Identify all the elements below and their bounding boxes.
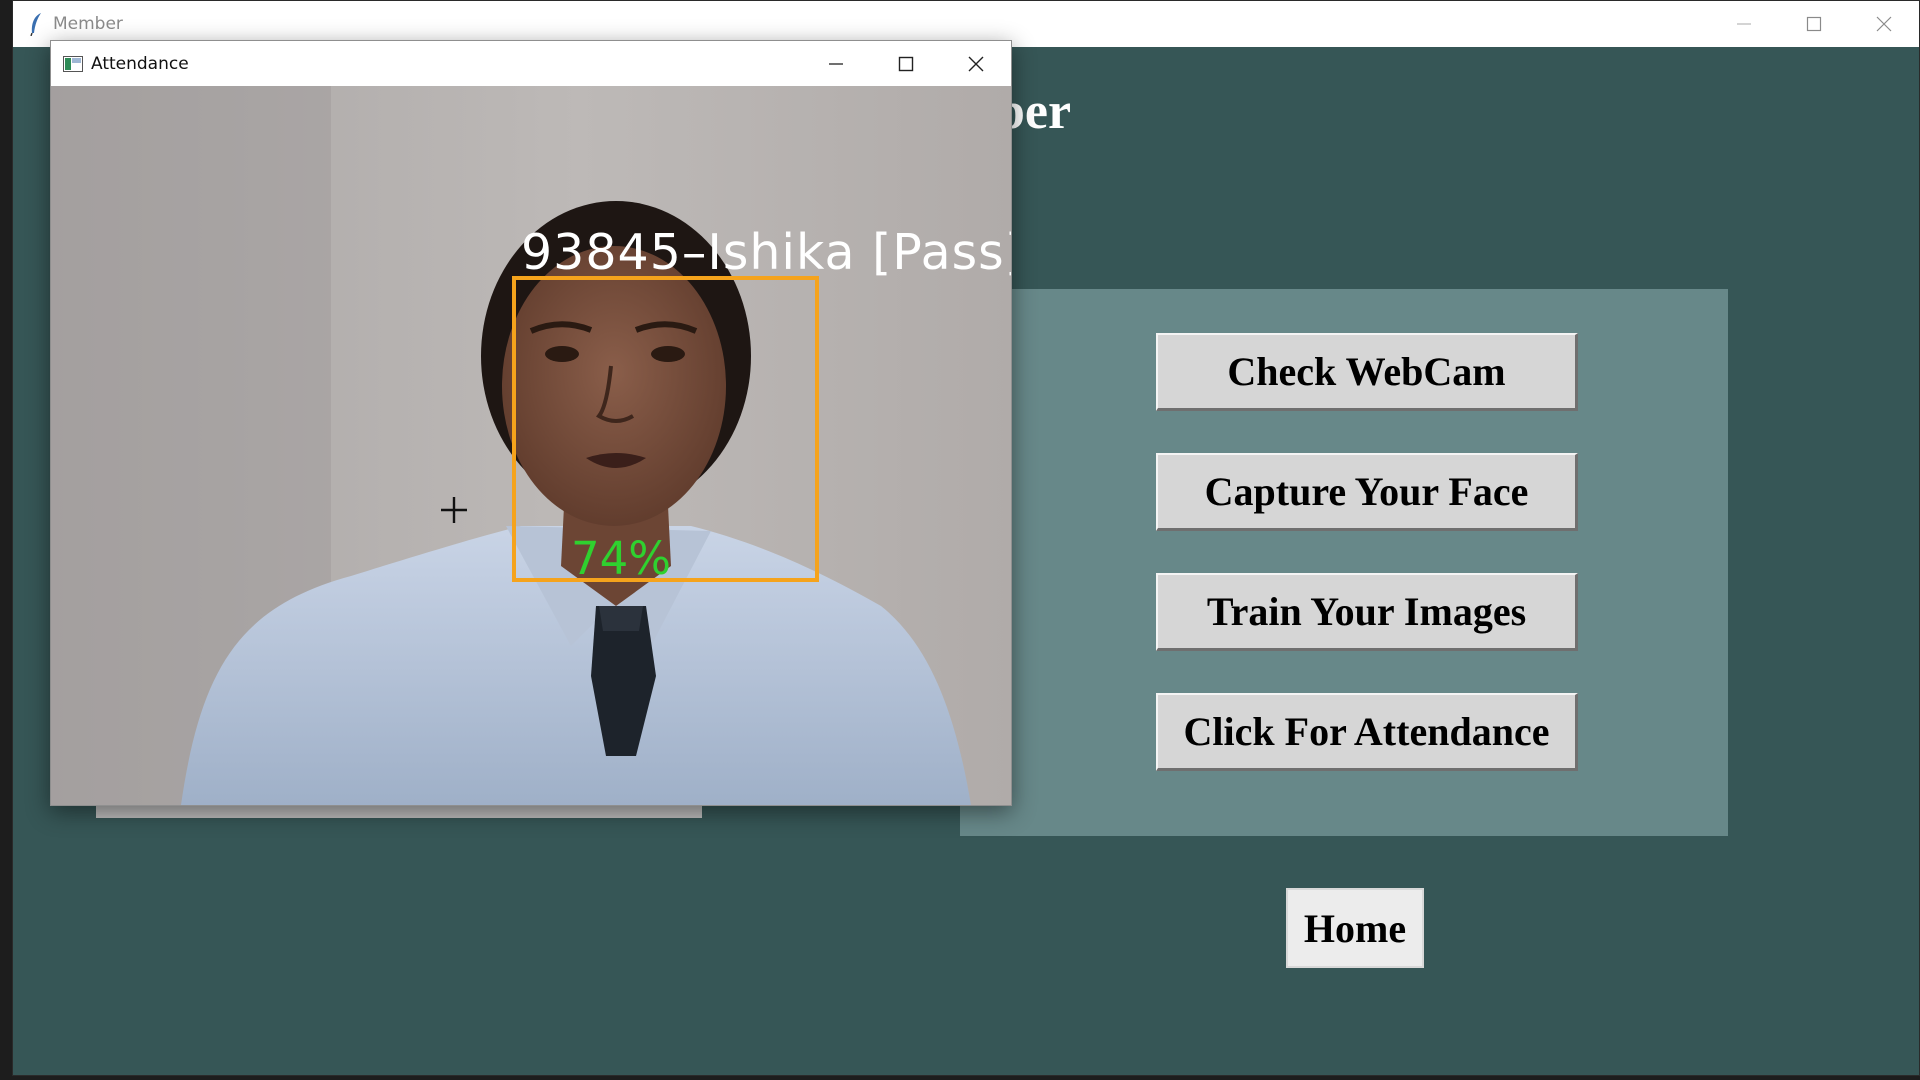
close-icon[interactable] [1849,1,1919,47]
home-button[interactable]: Home [1286,888,1424,968]
attendance-window: Attendance 93845–Ishika [Pass] 74% [50,40,1012,806]
crosshair-icon [440,496,468,524]
window-image-icon [63,55,83,72]
member-window-title: Member [53,14,123,34]
minimize-icon[interactable] [801,41,871,86]
feather-icon [27,12,45,36]
capture-face-button[interactable]: Capture Your Face [1156,453,1578,531]
maximize-icon[interactable] [871,41,941,86]
webcam-feed: 93845–Ishika [Pass] 74% [51,86,1011,805]
attendance-window-title: Attendance [91,53,189,74]
close-icon[interactable] [941,41,1011,86]
attendance-button[interactable]: Click For Attendance [1156,693,1578,771]
minimize-icon[interactable] [1709,1,1779,47]
attendance-titlebar[interactable]: Attendance [51,41,1011,86]
maximize-icon[interactable] [1779,1,1849,47]
face-recognition-label: 93845–Ishika [Pass] [521,224,1011,281]
train-images-button[interactable]: Train Your Images [1156,573,1578,651]
member-window-controls [1709,1,1919,47]
scrollbar[interactable] [96,804,702,818]
check-webcam-button[interactable]: Check WebCam [1156,333,1578,411]
confidence-label: 74% [571,532,672,585]
attendance-window-controls [801,41,1011,86]
